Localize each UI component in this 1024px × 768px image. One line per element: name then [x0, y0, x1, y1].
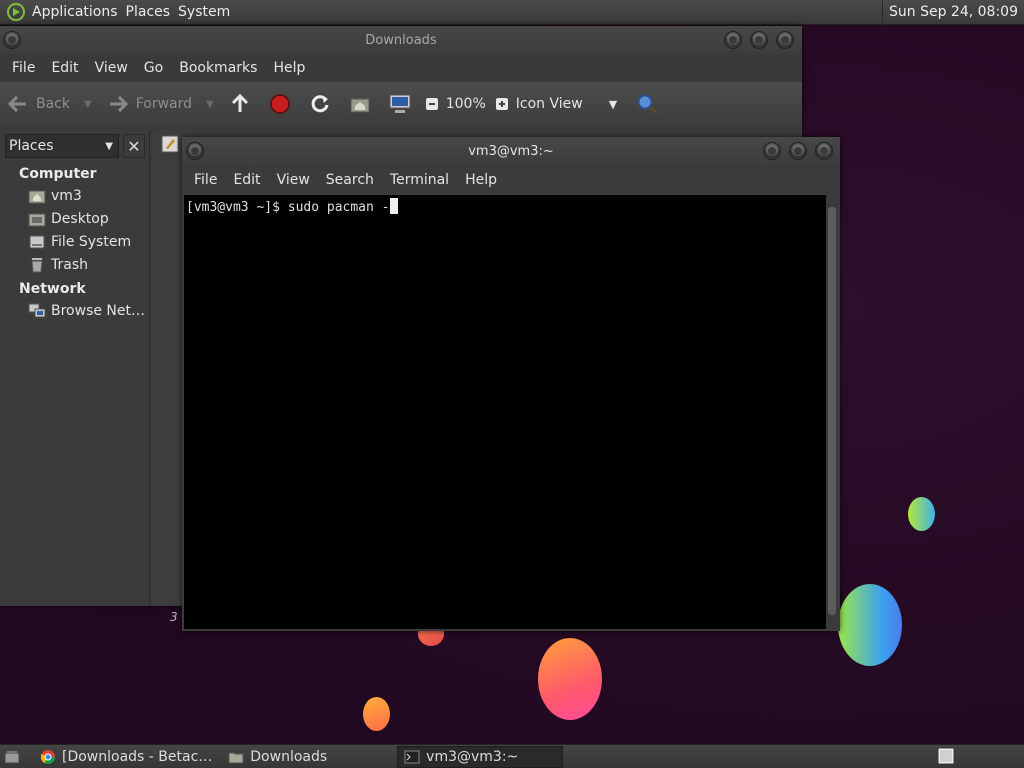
applications-menu[interactable]: Applications [32, 4, 126, 20]
zoom-in-icon[interactable] [494, 92, 510, 116]
close-button[interactable] [776, 31, 794, 49]
taskbar-item-terminal[interactable]: vm3@vm3:~ [397, 745, 564, 768]
zoom-level[interactable]: 100% [446, 96, 486, 112]
terminal-scrollbar[interactable] [826, 195, 838, 629]
network-icon [28, 303, 46, 318]
places-selector-label: Places [9, 138, 54, 154]
sidebar-item-vm3[interactable]: vm3 [28, 188, 82, 204]
taskbar-item-label: [Downloads - Betac… [62, 748, 213, 765]
clock[interactable]: Sun Sep 24, 08:09 [882, 0, 1024, 25]
file-manager-titlebar[interactable]: Downloads [0, 26, 802, 54]
show-desktop-button[interactable] [0, 746, 30, 768]
minimize-button[interactable] [724, 31, 742, 49]
file-manager-toolbar: Back ▼ Forward ▼ 100% Icon View ▼ [0, 82, 802, 126]
window-menu-button[interactable] [3, 31, 21, 49]
stop-icon[interactable] [268, 92, 292, 116]
close-sidebar-icon[interactable]: ✕ [123, 134, 145, 158]
taskbar-item-browser[interactable]: [Downloads - Betac… [34, 746, 218, 768]
edit-location-icon[interactable] [161, 135, 179, 153]
menu-file[interactable]: File [186, 172, 225, 188]
terminal-output[interactable]: [vm3@vm3 ~]$ sudo pacman - [184, 195, 826, 629]
window-title: vm3@vm3:~ [468, 143, 554, 159]
sidebar-item-browse-network[interactable]: Browse Net… [28, 303, 145, 319]
menu-edit[interactable]: Edit [225, 172, 268, 188]
back-label: Back [36, 96, 70, 112]
taskbar-item-downloads[interactable]: Downloads [222, 746, 333, 768]
chevron-down-icon: ▼ [105, 140, 113, 152]
forward-button[interactable]: Forward [106, 92, 192, 116]
menu-help[interactable]: Help [265, 60, 313, 76]
back-history-chevron-icon[interactable]: ▼ [84, 99, 92, 110]
menu-edit[interactable]: Edit [43, 60, 86, 76]
forward-arrow-icon [106, 92, 130, 116]
minimize-button[interactable] [763, 142, 781, 160]
wallpaper-bubble [838, 584, 902, 666]
wallpaper-bubble [538, 638, 602, 720]
sidebar-item-label: Browse Net… [51, 303, 146, 319]
computer-icon[interactable] [388, 92, 412, 116]
terminal-menubar: File Edit View Search Terminal Help [182, 165, 840, 195]
window-menu-button[interactable] [186, 142, 204, 160]
menu-file[interactable]: File [4, 60, 43, 76]
drive-icon [29, 235, 45, 249]
up-arrow-icon[interactable] [228, 92, 252, 116]
bottom-panel: [Downloads - Betac… Downloads vm3@vm3:~ [0, 744, 1024, 768]
menu-search[interactable]: Search [318, 172, 382, 188]
places-selector[interactable]: Places ▼ [5, 134, 119, 158]
menu-view[interactable]: View [269, 172, 318, 188]
menu-go[interactable]: Go [136, 60, 171, 76]
home-folder-icon[interactable] [348, 92, 372, 116]
terminal-window: vm3@vm3:~ File Edit View Search Terminal… [182, 137, 840, 631]
forward-history-chevron-icon[interactable]: ▼ [206, 99, 214, 110]
sidebar-item-label: vm3 [51, 188, 82, 204]
sidebar-item-desktop[interactable]: Desktop [28, 211, 109, 227]
text-cursor [389, 198, 398, 214]
top-panel: Applications Places System Sun Sep 24, 0… [0, 0, 1024, 25]
home-folder-icon [28, 190, 46, 204]
terminal-titlebar[interactable]: vm3@vm3:~ [182, 137, 840, 165]
terminal-icon [404, 750, 420, 763]
taskbar-item-label: Downloads [250, 748, 328, 765]
search-icon[interactable] [635, 92, 659, 116]
menu-bookmarks[interactable]: Bookmarks [171, 60, 265, 76]
wallpaper-bubble [363, 697, 390, 731]
desktop-folder-icon [28, 213, 46, 227]
zoom-out-icon[interactable] [424, 92, 440, 116]
sidebar-item-label: Trash [51, 257, 88, 273]
places-menu[interactable]: Places [126, 4, 179, 20]
system-menu[interactable]: System [178, 4, 238, 20]
window-title: Downloads [365, 32, 437, 48]
menu-view[interactable]: View [87, 60, 136, 76]
forward-label: Forward [135, 96, 193, 112]
maximize-button[interactable] [750, 31, 768, 49]
sidebar-item-trash[interactable]: Trash [28, 257, 88, 273]
scrollbar-thumb[interactable] [828, 207, 836, 615]
places-sidebar: Places ▼ ✕ Computer vm3 Desktop File Sys… [0, 130, 150, 606]
view-mode-chevron-icon[interactable]: ▼ [609, 98, 617, 111]
file-manager-menubar: File Edit View Go Bookmarks Help [0, 54, 802, 82]
back-button[interactable]: Back [6, 92, 70, 116]
folder-icon [228, 752, 244, 763]
distro-logo-icon[interactable] [6, 2, 26, 22]
chrome-icon [40, 749, 55, 764]
menu-help[interactable]: Help [457, 172, 505, 188]
back-arrow-icon [6, 92, 30, 116]
menu-terminal[interactable]: Terminal [382, 172, 457, 188]
reload-icon[interactable] [308, 92, 332, 116]
sidebar-item-label: File System [51, 234, 132, 250]
section-computer: Computer [19, 166, 97, 182]
show-desktop-icon [4, 750, 20, 763]
taskbar-item-label: vm3@vm3:~ [426, 748, 519, 765]
wallpaper-bubble [908, 497, 935, 531]
sidebar-item-label: Desktop [51, 211, 109, 227]
prompt-line: [vm3@vm3 ~]$ sudo pacman - [186, 200, 390, 215]
workspace-switcher-icon[interactable] [937, 747, 955, 765]
trash-icon [31, 258, 43, 273]
close-button[interactable] [815, 142, 833, 160]
maximize-button[interactable] [789, 142, 807, 160]
section-network: Network [19, 281, 86, 297]
view-mode-select[interactable]: Icon View [516, 96, 583, 112]
sidebar-item-file-system[interactable]: File System [28, 234, 131, 250]
